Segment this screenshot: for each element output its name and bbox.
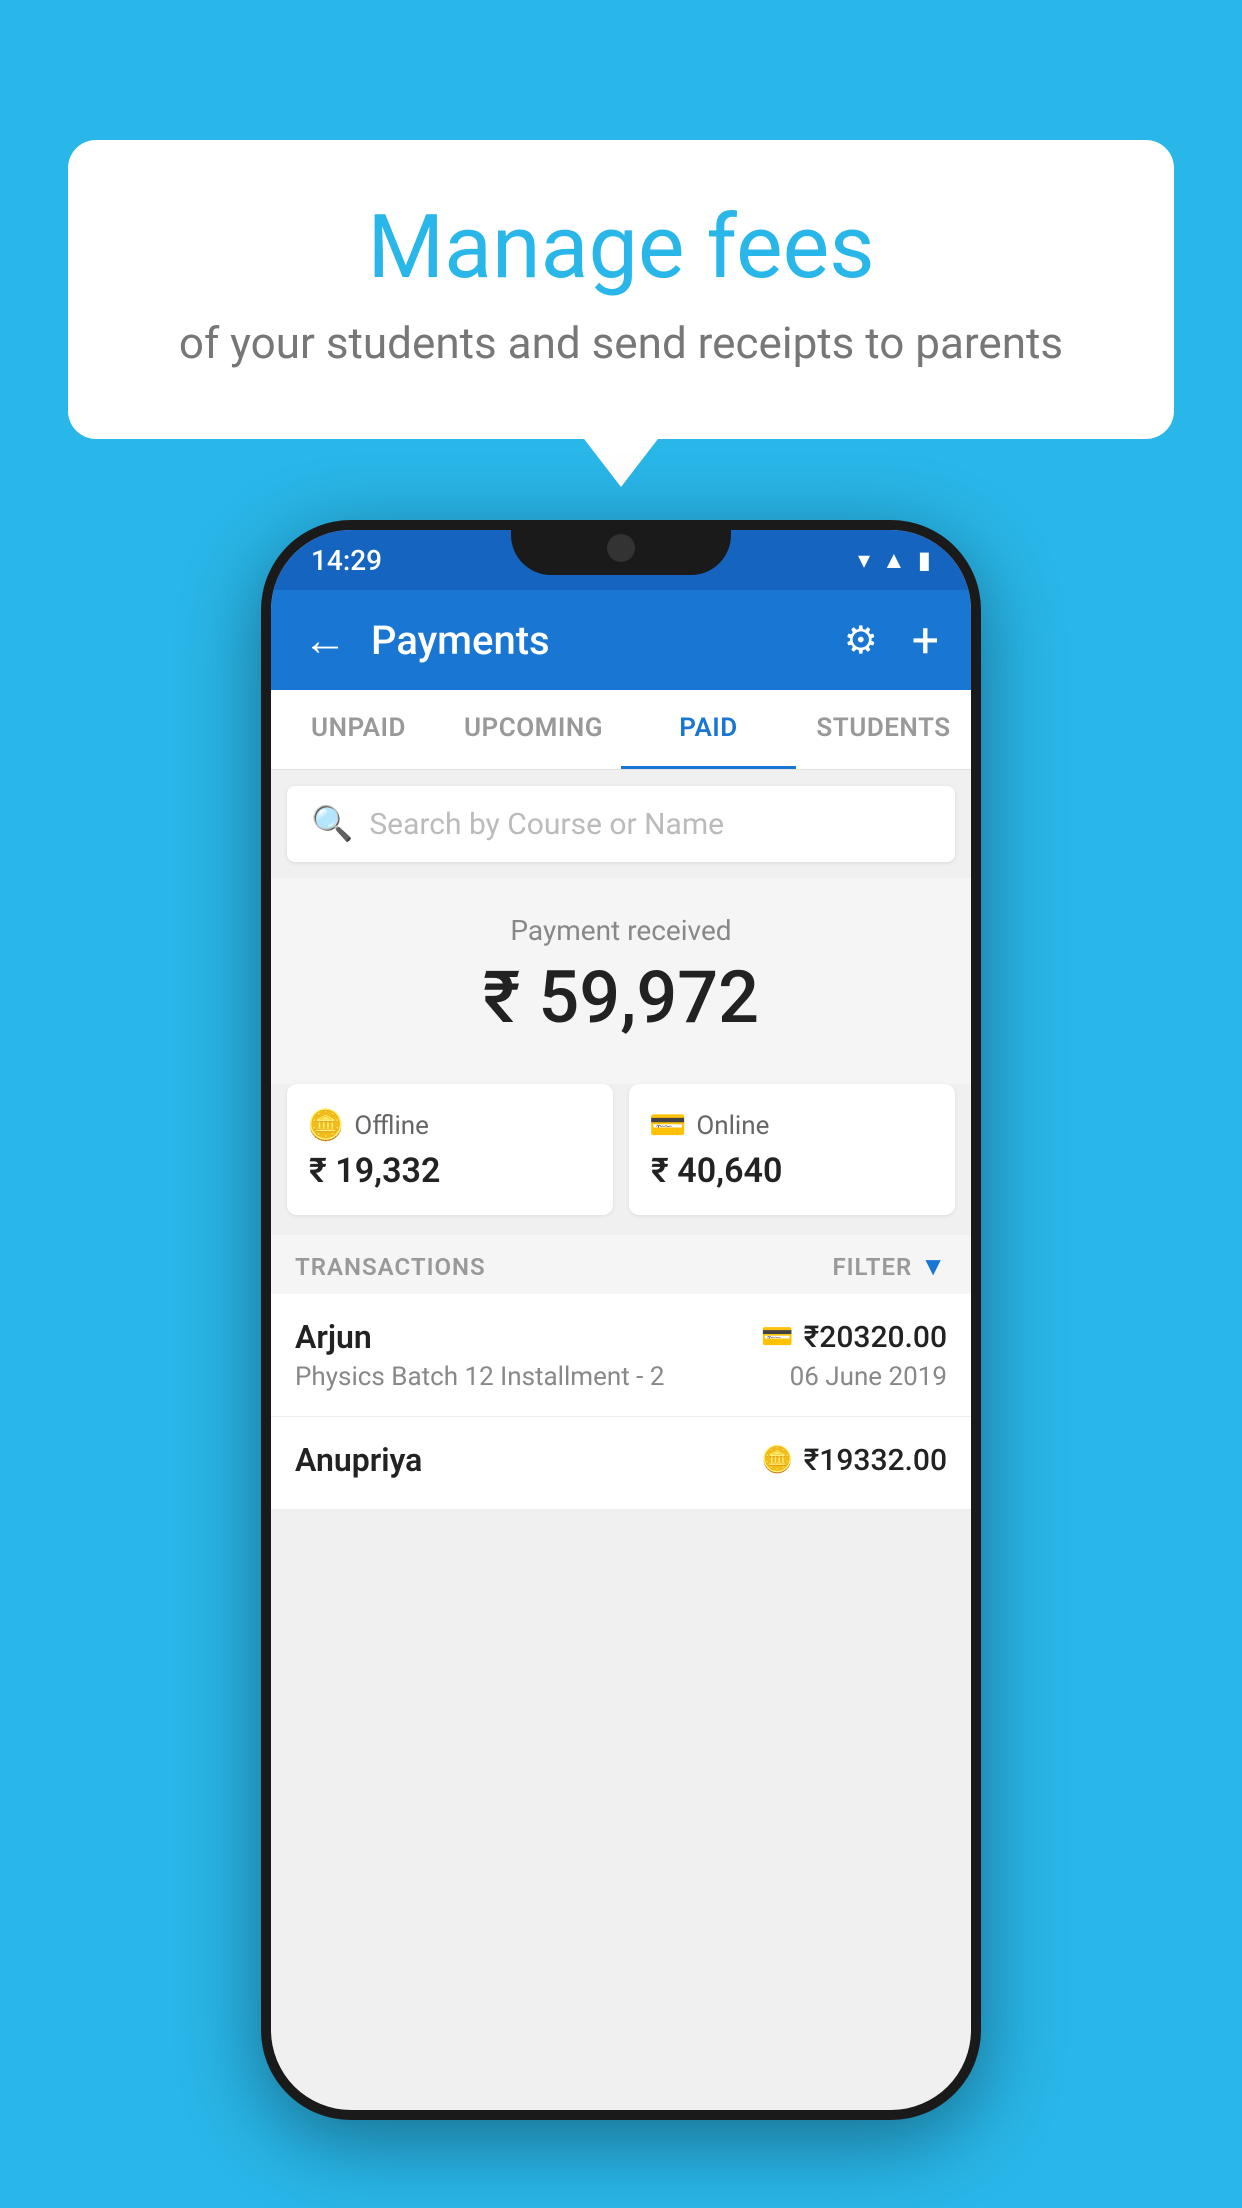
transaction-date: 06 June 2019	[790, 1362, 947, 1392]
settings-button[interactable]: ⚙	[844, 618, 878, 663]
transaction-amount-wrapper-2: 🪙 ₹19332.00	[761, 1443, 947, 1478]
online-amount: ₹ 40,640	[649, 1151, 782, 1191]
signal-icon: ▲	[882, 546, 906, 575]
transaction-amount: ₹20320.00	[804, 1320, 947, 1355]
search-placeholder: Search by Course or Name	[369, 807, 724, 842]
payment-received-label: Payment received	[291, 914, 951, 947]
tabs-bar: UNPAID UPCOMING PAID STUDENTS	[271, 690, 971, 770]
payment-received-section: Payment received ₹ 59,972	[271, 878, 971, 1084]
transaction-row-bottom: Physics Batch 12 Installment - 2 06 June…	[295, 1362, 947, 1392]
status-time: 14:29	[311, 544, 382, 577]
transaction-item-arjun[interactable]: Arjun 💳 ₹20320.00 Physics Batch 12 Insta…	[271, 1294, 971, 1417]
phone-frame: 14:29 ▾ ▲ ▮ ← Payments ⚙ +	[261, 520, 981, 2120]
payment-cards-row: 🪙 Offline ₹ 19,332 💳 Online ₹ 40,640	[287, 1084, 955, 1215]
search-bar[interactable]: 🔍 Search by Course or Name	[287, 786, 955, 862]
offline-icon: 🪙	[307, 1108, 344, 1143]
online-icon: 💳	[649, 1108, 686, 1143]
payment-received-amount: ₹ 59,972	[291, 955, 951, 1040]
speech-bubble-wrapper: Manage fees of your students and send re…	[68, 140, 1174, 439]
tab-unpaid[interactable]: UNPAID	[271, 690, 446, 769]
transactions-label: TRANSACTIONS	[295, 1253, 486, 1281]
offline-card-header: 🪙 Offline	[307, 1108, 429, 1143]
status-icons: ▾ ▲ ▮	[858, 546, 931, 575]
bubble-title: Manage fees	[148, 200, 1094, 297]
tab-upcoming[interactable]: UPCOMING	[446, 690, 621, 769]
app-header: ← Payments ⚙ +	[271, 590, 971, 690]
offline-amount: ₹ 19,332	[307, 1151, 440, 1191]
offline-label: Offline	[354, 1111, 429, 1141]
transaction-name-2: Anupriya	[295, 1441, 422, 1479]
offline-card: 🪙 Offline ₹ 19,332	[287, 1084, 613, 1215]
bubble-subtitle: of your students and send receipts to pa…	[148, 317, 1094, 369]
phone-notch	[511, 520, 731, 575]
transaction-course: Physics Batch 12 Installment - 2	[295, 1362, 664, 1392]
transaction-amount-wrapper: 💳 ₹20320.00	[761, 1320, 947, 1355]
add-button[interactable]: +	[912, 612, 939, 669]
search-icon: 🔍	[311, 804, 353, 844]
transaction-amount-2: ₹19332.00	[804, 1443, 947, 1478]
transaction-row-top: Arjun 💳 ₹20320.00	[295, 1318, 947, 1356]
phone-screen: 14:29 ▾ ▲ ▮ ← Payments ⚙ +	[271, 530, 971, 2110]
phone-camera	[607, 534, 635, 562]
online-payment-icon: 💳	[761, 1322, 793, 1352]
back-button[interactable]: ←	[303, 614, 347, 666]
offline-payment-icon: 🪙	[761, 1445, 793, 1475]
filter-icon: ▼	[920, 1251, 947, 1282]
transaction-name: Arjun	[295, 1318, 372, 1356]
background: Manage fees of your students and send re…	[0, 0, 1242, 2208]
scrollable-content: 🔍 Search by Course or Name Payment recei…	[271, 770, 971, 2110]
transactions-header: TRANSACTIONS FILTER ▼	[271, 1235, 971, 1294]
filter-label: FILTER	[832, 1253, 912, 1281]
transaction-item-anupriya[interactable]: Anupriya 🪙 ₹19332.00	[271, 1417, 971, 1510]
online-card: 💳 Online ₹ 40,640	[629, 1084, 955, 1215]
speech-bubble: Manage fees of your students and send re…	[68, 140, 1174, 439]
wifi-icon: ▾	[858, 546, 870, 574]
online-label: Online	[696, 1111, 769, 1141]
filter-button[interactable]: FILTER ▼	[832, 1251, 947, 1282]
tab-paid[interactable]: PAID	[621, 690, 796, 769]
online-card-header: 💳 Online	[649, 1108, 769, 1143]
transaction-row-top-2: Anupriya 🪙 ₹19332.00	[295, 1441, 947, 1479]
header-title: Payments	[371, 617, 820, 664]
tab-students[interactable]: STUDENTS	[796, 690, 971, 769]
battery-icon: ▮	[918, 546, 931, 574]
